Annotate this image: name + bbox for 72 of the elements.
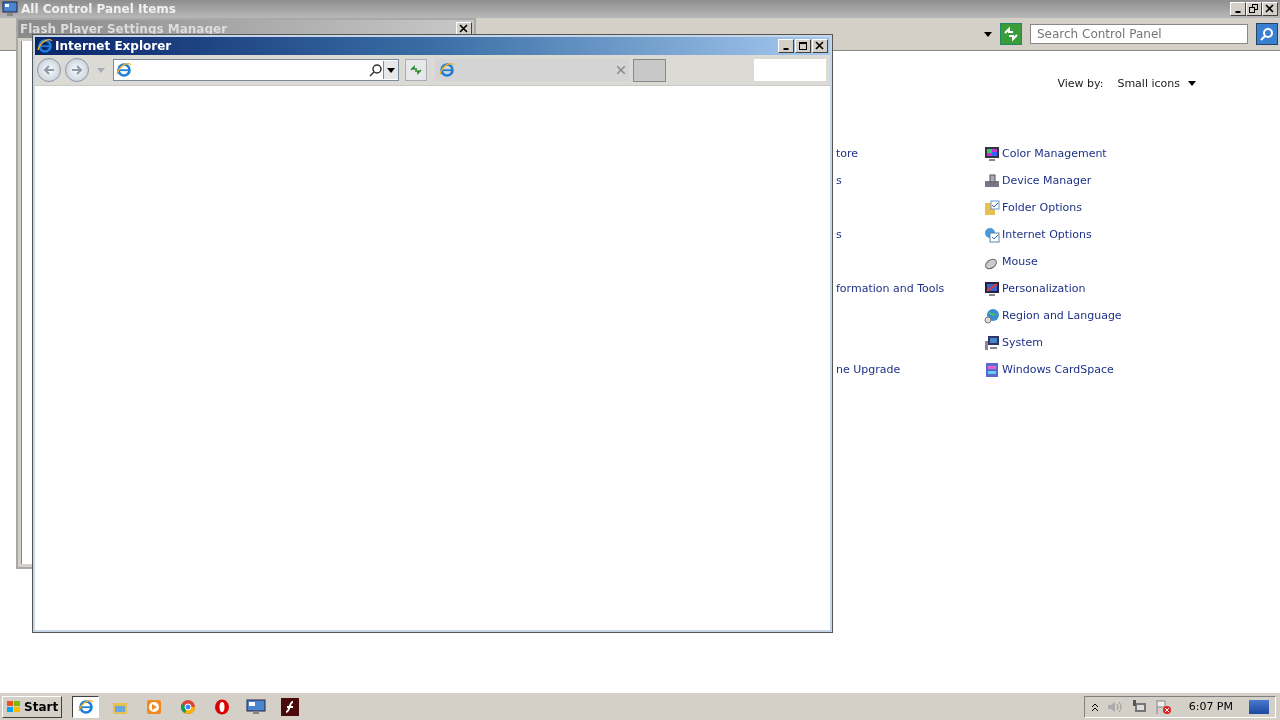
- system-icon: [984, 334, 1000, 351]
- control-panel-item[interactable]: Device Manager: [984, 172, 1092, 189]
- window-title: Flash Player Settings Manager: [20, 22, 228, 36]
- region-icon: [984, 307, 1000, 324]
- control-panel-item[interactable]: System: [984, 334, 1044, 351]
- toolbar-field[interactable]: [754, 59, 826, 81]
- minimize-icon: [783, 48, 789, 50]
- ie-icon: [439, 62, 455, 78]
- dropdown-button[interactable]: [383, 61, 398, 79]
- close-button[interactable]: [1262, 2, 1278, 16]
- arrows-icon: [409, 63, 423, 77]
- control-panel-icon: [245, 698, 266, 715]
- folder-icon: [984, 199, 1000, 216]
- control-panel-item[interactable]: Folder Options: [984, 199, 1082, 216]
- ie-icon: [77, 698, 94, 715]
- chevron-up-icon[interactable]: [1090, 701, 1099, 712]
- cardspace-icon: [984, 361, 1000, 378]
- control-panel-item[interactable]: tore: [836, 147, 859, 160]
- minimize-button[interactable]: [778, 39, 794, 53]
- control-panel-item[interactable]: s: [836, 228, 842, 241]
- control-panel-item[interactable]: Windows CardSpace: [984, 361, 1114, 378]
- forward-button[interactable]: [65, 58, 89, 82]
- chrome-icon: [179, 698, 196, 715]
- internet-icon: [984, 226, 1000, 243]
- flag-icon[interactable]: [1154, 698, 1171, 715]
- clock[interactable]: 6:07 PM: [1188, 700, 1233, 713]
- control-panel-item[interactable]: ne Upgrade: [836, 363, 901, 376]
- restore-icon: [1249, 4, 1259, 14]
- maximize-icon: [798, 41, 808, 51]
- show-desktop-button[interactable]: [1249, 699, 1269, 714]
- control-panel-item[interactable]: s: [836, 174, 842, 187]
- ie-icon: [116, 62, 132, 78]
- window-title: All Control Panel Items: [21, 2, 176, 16]
- minimize-button[interactable]: [1230, 2, 1246, 16]
- control-panel-icon: [2, 1, 18, 17]
- restore-button[interactable]: [1246, 2, 1262, 16]
- control-panel-item[interactable]: Internet Options: [984, 226, 1092, 243]
- opera-icon: [213, 698, 230, 715]
- search-icon: [1260, 27, 1274, 41]
- refresh-button[interactable]: [405, 59, 427, 81]
- control-panel-item[interactable]: Region and Language: [984, 307, 1122, 324]
- back-arrow-icon: [42, 63, 56, 77]
- search-button[interactable]: [1256, 23, 1278, 45]
- ie-icon: [37, 38, 53, 54]
- refresh-button[interactable]: [1000, 23, 1022, 45]
- close-icon: [1265, 4, 1275, 14]
- browser-taskbar-button[interactable]: [72, 695, 100, 718]
- close-icon: [815, 41, 825, 51]
- close-button[interactable]: [812, 39, 828, 53]
- control-panel-item[interactable]: Mouse: [984, 253, 1038, 270]
- new-tab-button[interactable]: [633, 58, 666, 82]
- search-field[interactable]: Search Control Panel: [1030, 24, 1248, 44]
- flash-icon: [280, 697, 299, 716]
- play-icon: [145, 698, 162, 715]
- view-by-label: View by:: [1057, 77, 1104, 90]
- forward-arrow-icon: [70, 63, 84, 77]
- close-icon: [459, 24, 469, 34]
- control-panel-item[interactable]: Color Management: [984, 145, 1107, 162]
- address-field[interactable]: [113, 59, 399, 81]
- minimize-icon: [1235, 11, 1241, 13]
- control-panel-item[interactable]: Personalization: [984, 280, 1086, 297]
- control-panel-item[interactable]: formation and Tools: [836, 282, 945, 295]
- maximize-button[interactable]: [795, 39, 811, 53]
- personalization-icon: [984, 280, 1000, 297]
- search-icon[interactable]: [369, 63, 383, 77]
- color-icon: [984, 145, 1000, 162]
- windows-logo: [6, 699, 22, 714]
- start-button[interactable]: Start: [2, 695, 63, 718]
- view-by-dropdown[interactable]: Small icons: [1117, 77, 1196, 90]
- network-icon[interactable]: [1130, 698, 1147, 715]
- window-title: Internet Explorer: [55, 39, 172, 53]
- device-icon: [984, 172, 1000, 189]
